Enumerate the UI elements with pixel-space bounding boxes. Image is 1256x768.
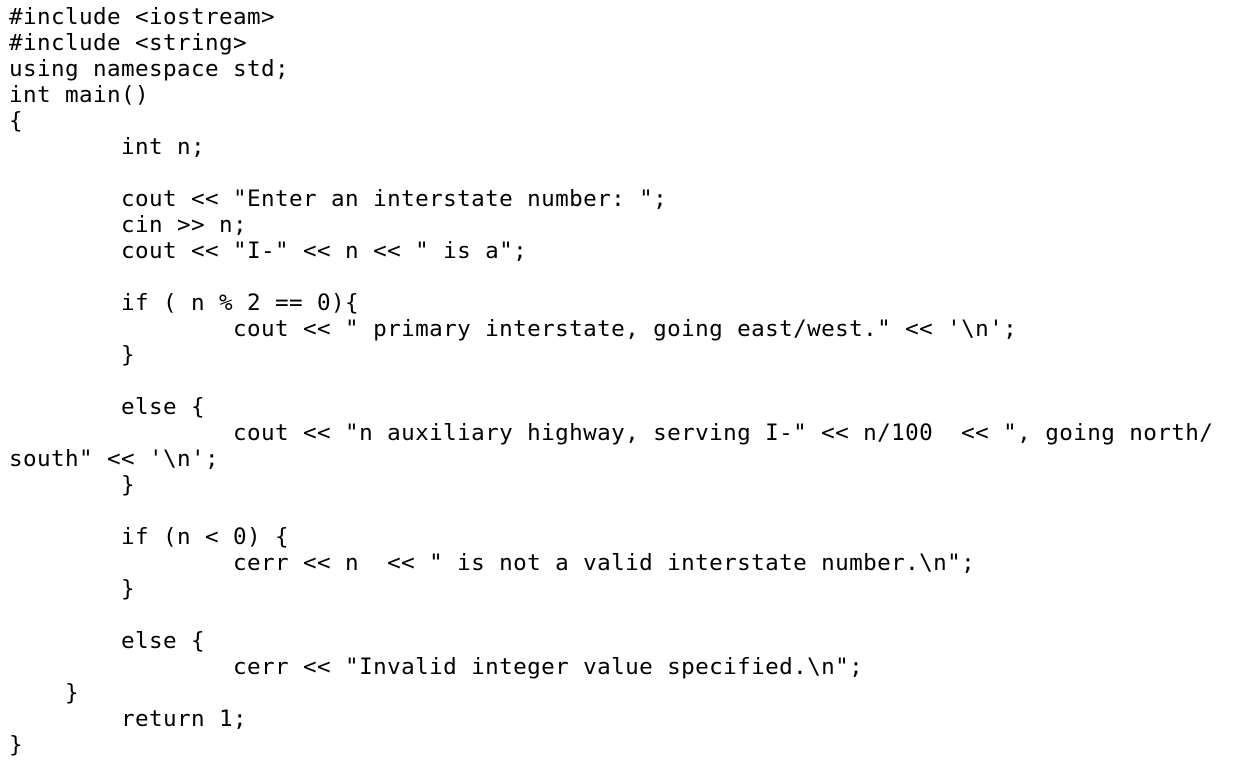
code-listing: #include <iostream> #include <string> usin… xyxy=(9,4,1213,758)
code-line: } xyxy=(9,576,136,602)
code-line: else { xyxy=(9,394,206,420)
code-line: using namespace std; xyxy=(9,56,290,82)
code-line: { xyxy=(9,108,24,134)
code-line: if (n < 0) { xyxy=(9,524,290,550)
code-line: cerr << n << " is not a valid interstate… xyxy=(9,550,976,576)
code-line: } xyxy=(9,732,24,758)
code-line: cerr << "Invalid integer value specified… xyxy=(9,654,864,680)
code-line: return 1; xyxy=(9,706,248,732)
code-line: cout << "I-" << n << " is a"; xyxy=(9,238,528,264)
code-line: int main() xyxy=(9,82,150,108)
code-line: int n; xyxy=(9,134,206,160)
code-line: } xyxy=(9,472,136,498)
code-line: cin >> n; xyxy=(9,212,248,238)
code-line: south" << '\n'; xyxy=(9,446,220,472)
code-line: #include <string> xyxy=(9,30,248,56)
code-line: else { xyxy=(9,628,206,654)
code-line: cout << "Enter an interstate number: "; xyxy=(9,186,668,212)
code-line: cout << " primary interstate, going east… xyxy=(9,316,1018,342)
code-line: } xyxy=(9,680,80,706)
code-line: cout << "n auxiliary highway, serving I-… xyxy=(9,420,1214,446)
code-line: if ( n % 2 == 0){ xyxy=(9,290,360,316)
code-line: } xyxy=(9,342,136,368)
code-line: #include <iostream> xyxy=(9,4,276,30)
